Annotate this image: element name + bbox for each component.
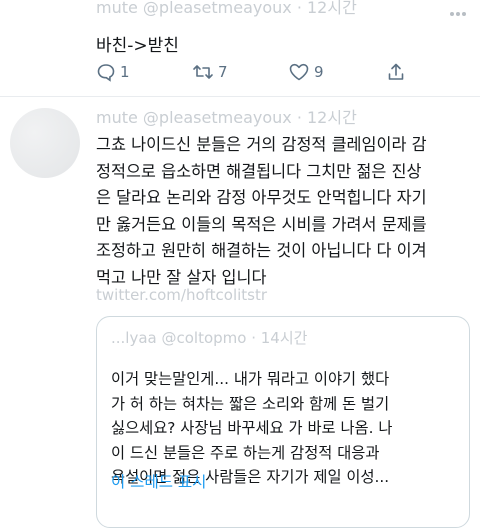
like-button[interactable]: 9: [288, 62, 324, 82]
quote-line: 이거 맞는말인게... 내가 뭐라고 이야기 했다: [111, 370, 390, 388]
retweet-button[interactable]: 7: [192, 62, 228, 82]
share-icon: [386, 62, 406, 82]
like-icon: [288, 62, 310, 82]
like-count: 9: [314, 63, 324, 81]
tweet1-header: mute @pleasetmeayoux · 12시간: [96, 0, 357, 17]
tweet2-line: 만 옳거든요 이들의 목적은 시비를 가려서 문제를: [96, 214, 427, 234]
tweet2-line: 그쵸 나이드신 분들은 거의 감정적 클레임이라 감: [96, 135, 427, 154]
quote-header: ...lyaa @coltopmo · 14시간: [111, 329, 308, 347]
tweet1-actions: 1 7 9: [96, 62, 416, 86]
reply-button[interactable]: 1: [96, 62, 130, 82]
tweet2-line: 정적으로 읍소하면 해결됩니다 그치만 젊은 진상: [96, 161, 422, 181]
tweet1-text: 바친->받친: [96, 36, 179, 56]
quote-line: 싫으세요? 사장님 바꾸세요 가 바로 나옴. 나: [111, 419, 393, 437]
more-icon[interactable]: [450, 2, 466, 21]
quote-line: 이 드신 분들은 주로 하는게 감정적 대응과: [111, 443, 380, 462]
tweet2-header: mute @pleasetmeayoux · 12시간: [96, 108, 357, 127]
show-thread-link[interactable]: 이 스레드 표시: [111, 470, 206, 492]
quoted-tweet-card[interactable]: ...lyaa @coltopmo · 14시간 이거 맞는말인게... 내가 …: [96, 316, 470, 528]
avatar[interactable]: [10, 108, 80, 178]
retweet-icon: [192, 62, 214, 82]
quote-line: 가 허 하는 혀차는 짧은 소리와 함께 돈 벌기: [111, 394, 390, 413]
tweet2-link[interactable]: twitter.com/hoftcolitstr: [96, 286, 267, 304]
retweet-count: 7: [218, 63, 228, 81]
tweet2-text: 그쵸 나이드신 분들은 거의 감정적 클레임이라 감 정적으로 읍소하면 해결됩…: [96, 132, 476, 291]
share-button[interactable]: [386, 62, 406, 82]
reply-count: 1: [120, 63, 130, 81]
tweet-divider: [0, 96, 480, 97]
tweet2-line: 은 달라요 논리와 감정 아무것도 안먹힙니다 자기: [96, 188, 427, 207]
tweet2-line: 조정하고 원만히 해결하는 것이 아닙니다 다 이겨: [96, 241, 427, 260]
reply-icon: [96, 62, 116, 82]
